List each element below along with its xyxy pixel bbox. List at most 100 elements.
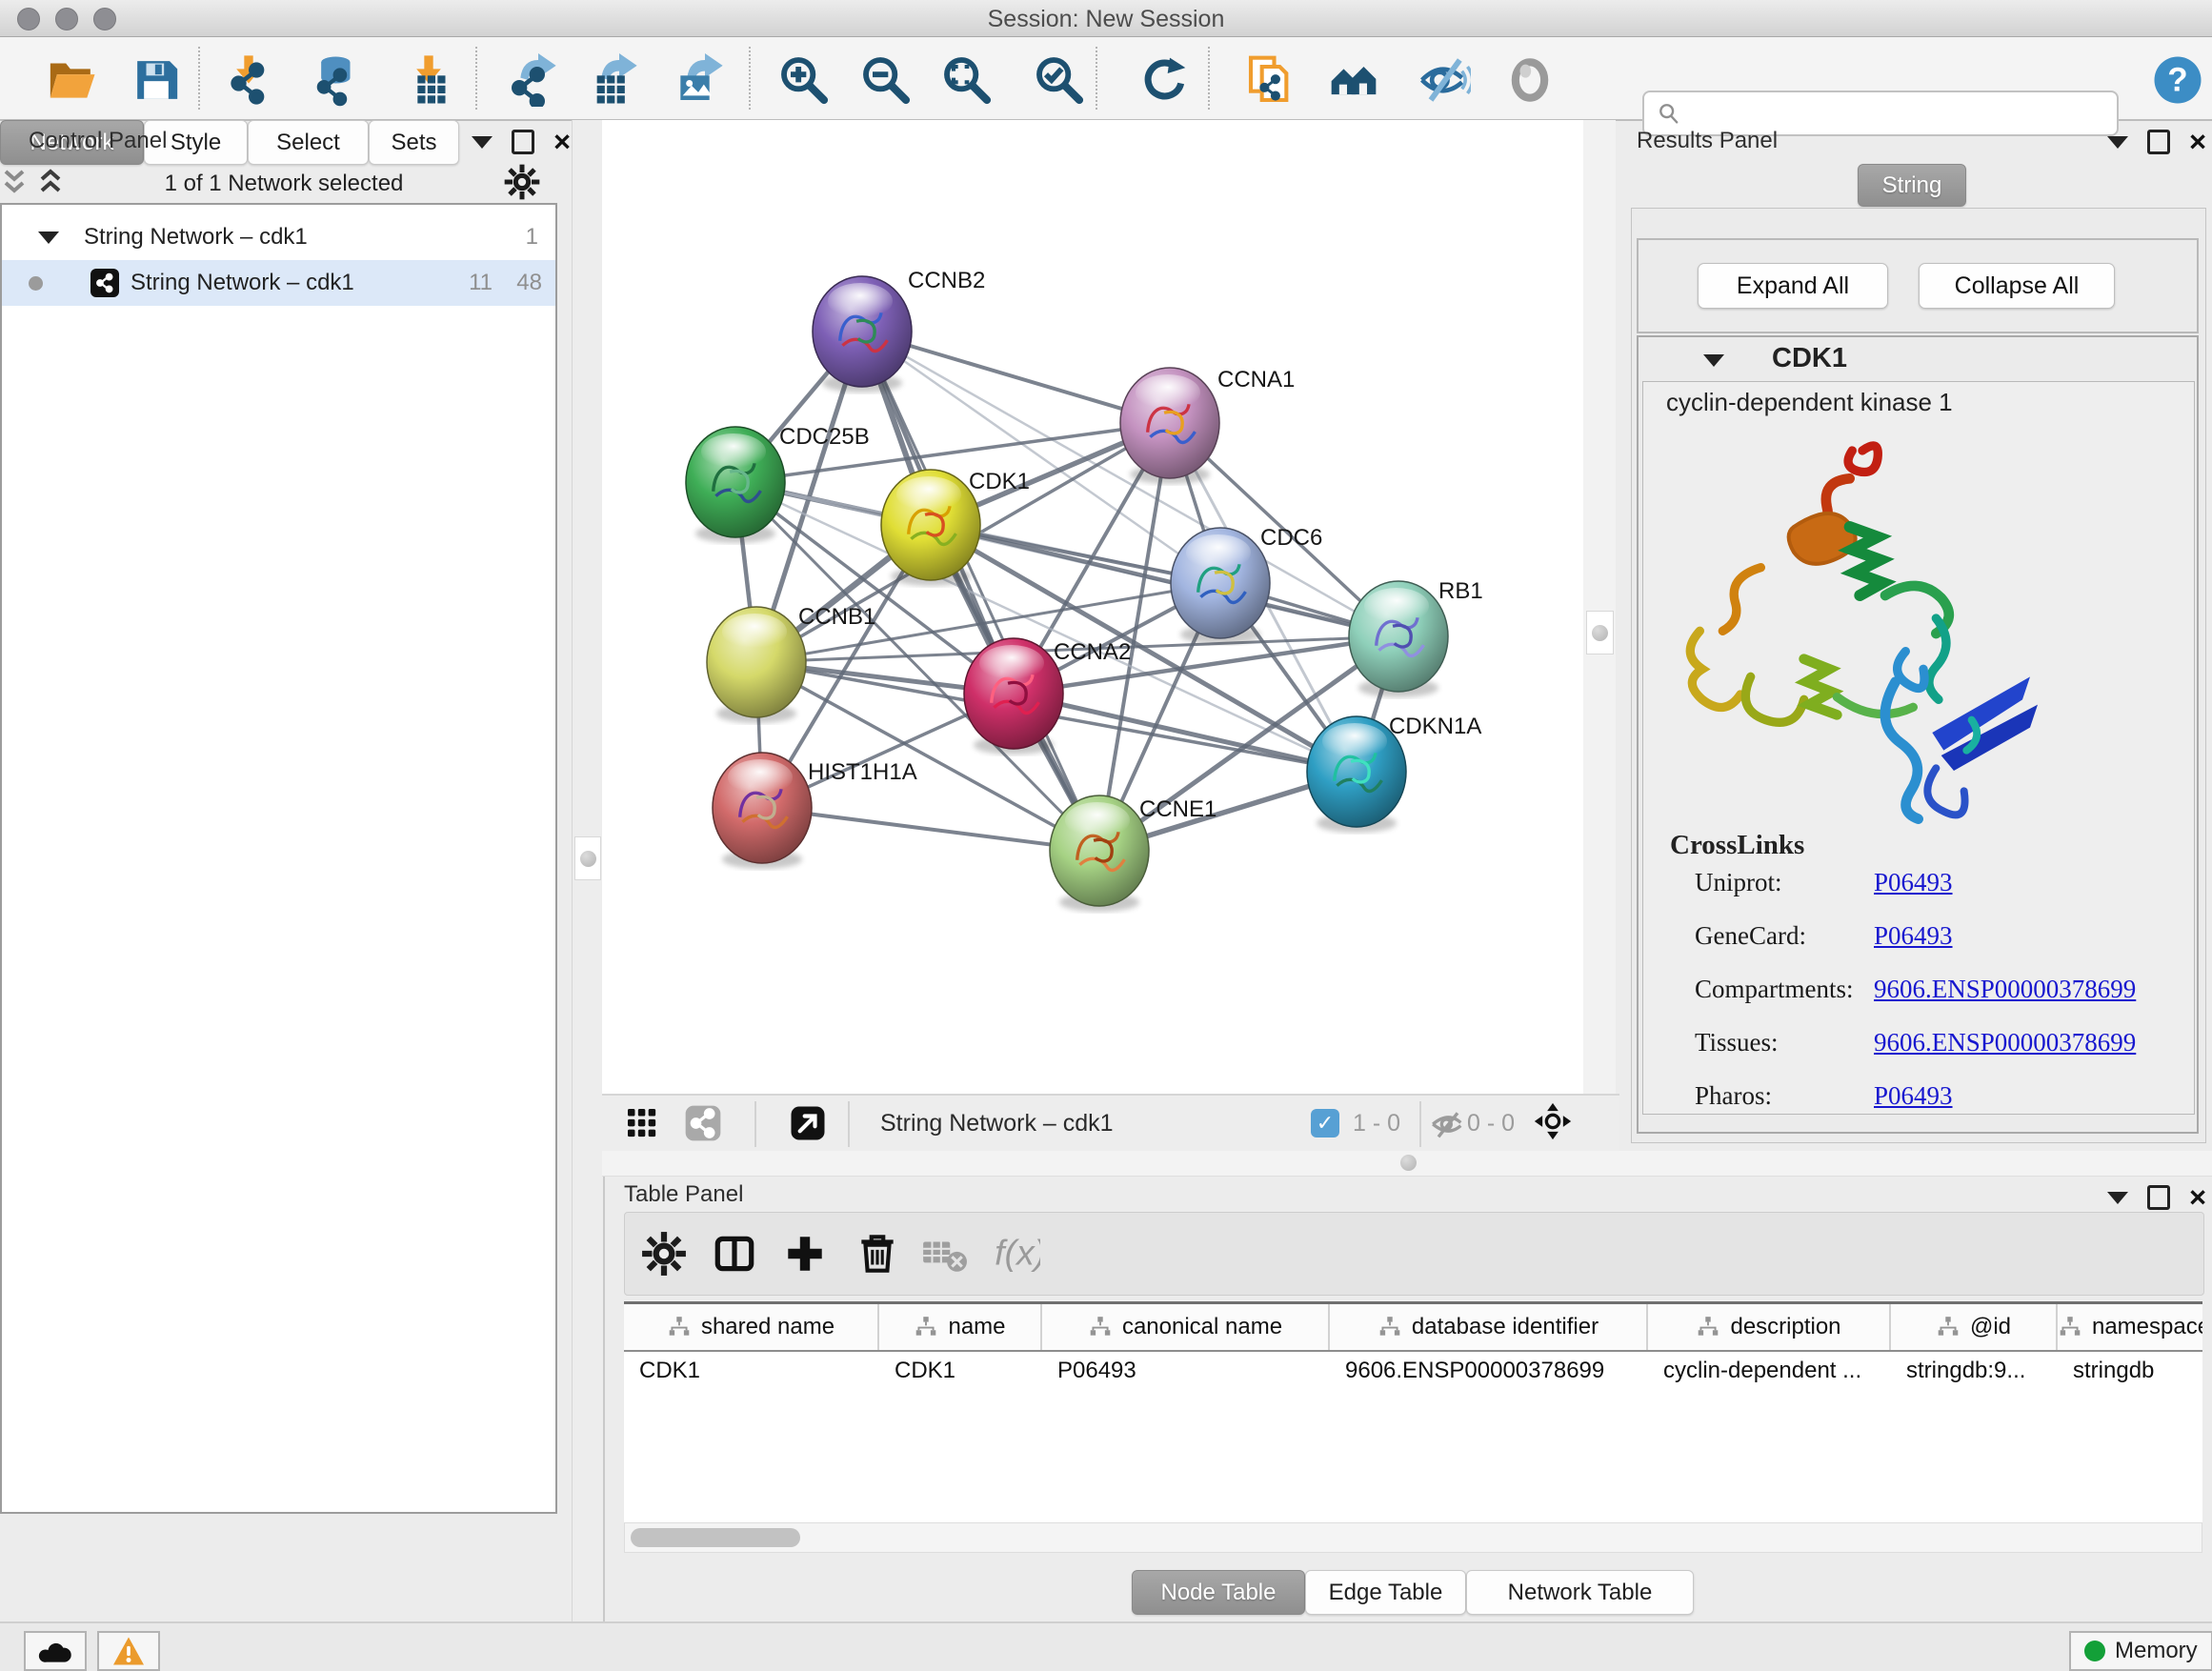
import-table-button[interactable]: [398, 50, 459, 111]
tab-string[interactable]: String: [1858, 164, 1966, 207]
crosslink-value[interactable]: P06493: [1874, 868, 1953, 897]
table-tabs: Node TableEdge TableNetwork Table: [1132, 1570, 1694, 1615]
network-node-CCNB2[interactable]: CCNB2: [813, 268, 985, 393]
export-table-button[interactable]: [582, 50, 643, 111]
column-header-namespace[interactable]: namespace: [2058, 1304, 2202, 1350]
panel-menu-icon[interactable]: [472, 136, 493, 149]
svg-text:f(x): f(x): [995, 1232, 1040, 1272]
tab-node-table[interactable]: Node Table: [1132, 1570, 1305, 1615]
vertical-splitter-left[interactable]: [572, 120, 605, 1621]
tab-network-table[interactable]: Network Table: [1466, 1570, 1694, 1615]
zoom-in-button[interactable]: [774, 50, 835, 111]
close-panel-icon[interactable]: ×: [2189, 132, 2206, 151]
export-network-button[interactable]: [501, 50, 562, 111]
collapse-all-icon[interactable]: [0, 166, 29, 203]
table-horizontal-scrollbar[interactable]: [624, 1522, 2202, 1553]
import-network-database-button[interactable]: [303, 50, 364, 111]
horizontal-splitter[interactable]: [602, 1151, 2212, 1177]
gear-button[interactable]: [636, 1226, 692, 1281]
network-edge-HIST1H1A-CCNE1[interactable]: [762, 808, 1099, 851]
column-header-shared-name[interactable]: shared name: [624, 1304, 879, 1350]
network-vertical-scrollbar[interactable]: [1583, 120, 1616, 1094]
fit-content-icon[interactable]: [1534, 1102, 1572, 1145]
help-button[interactable]: ?: [2147, 50, 2208, 111]
show-all-networks-button[interactable]: [1323, 50, 1384, 111]
gray-eye-button[interactable]: [1499, 50, 1560, 111]
cell-description[interactable]: cyclin-dependent ...: [1648, 1358, 1891, 1384]
collapse-protein-icon[interactable]: [1703, 354, 1724, 367]
open-session-button[interactable]: [41, 50, 102, 111]
network-node-CCNB1[interactable]: CCNB1: [707, 604, 875, 723]
cell-name[interactable]: CDK1: [879, 1358, 1042, 1384]
plus-button[interactable]: [777, 1226, 833, 1281]
network-collection-row[interactable]: String Network – cdk1 1: [2, 214, 555, 260]
share-network-icon[interactable]: [684, 1104, 722, 1147]
network-node-CDC6[interactable]: CDC6: [1171, 525, 1322, 644]
cell-canonical-name[interactable]: P06493: [1042, 1358, 1330, 1384]
column-header-canonical-name[interactable]: canonical name: [1042, 1304, 1330, 1350]
expand-all-button[interactable]: Expand All: [1698, 263, 1888, 309]
export-image-button[interactable]: [668, 50, 729, 111]
network-node-CCNA1[interactable]: CCNA1: [1120, 367, 1295, 484]
crosslink-value[interactable]: P06493: [1874, 921, 1953, 951]
cell-database-identifier[interactable]: 9606.ENSP00000378699: [1330, 1358, 1648, 1384]
column-label: description: [1730, 1314, 1840, 1340]
network-node-CDKN1A[interactable]: CDKN1A: [1307, 714, 1481, 833]
close-panel-icon[interactable]: ×: [553, 132, 571, 151]
cell-shared-name[interactable]: CDK1: [624, 1358, 879, 1384]
cell-@id[interactable]: stringdb:9...: [1891, 1358, 2058, 1384]
column-header-database-identifier[interactable]: database identifier: [1330, 1304, 1648, 1350]
tab-edge-table[interactable]: Edge Table: [1305, 1570, 1466, 1615]
cell-namespace[interactable]: stringdb: [2058, 1358, 2202, 1384]
column-header-@id[interactable]: @id: [1891, 1304, 2058, 1350]
network-row-selected[interactable]: String Network – cdk1 11 48: [2, 260, 555, 306]
panel-menu-icon[interactable]: [2107, 136, 2128, 149]
expand-all-icon[interactable]: [36, 166, 65, 203]
birds-eye-view-icon[interactable]: [623, 1104, 661, 1147]
zoom-fit-button[interactable]: [936, 50, 997, 111]
network-canvas[interactable]: CCNB2 CCNA1 CDC25B CDK1 CDC6: [602, 120, 1583, 1094]
trash-button[interactable]: [850, 1226, 905, 1281]
clone-network-button[interactable]: [1240, 50, 1301, 111]
crosslink-value[interactable]: 9606.ENSP00000378699: [1874, 975, 2136, 1004]
import-network-file-button[interactable]: [218, 50, 279, 111]
tab-select[interactable]: Select: [248, 120, 369, 165]
collapse-all-button[interactable]: Collapse All: [1919, 263, 2115, 309]
panel-menu-icon[interactable]: [2107, 1192, 2128, 1204]
node-label-CCNA2: CCNA2: [1054, 639, 1131, 665]
memory-button[interactable]: Memory: [2069, 1631, 2212, 1671]
float-panel-icon[interactable]: [512, 130, 534, 154]
gear-icon[interactable]: [503, 163, 541, 206]
control-panel-title: Control Panel: [29, 128, 167, 154]
two-columns-button[interactable]: [707, 1226, 762, 1281]
warning-button[interactable]: [97, 1631, 160, 1671]
splitter-handle[interactable]: [1400, 1155, 1417, 1171]
tab-sets[interactable]: Sets: [369, 120, 459, 165]
save-session-button[interactable]: [126, 50, 187, 111]
vscroll-thumb[interactable]: [1586, 611, 1614, 654]
tree-icon: [1088, 1315, 1113, 1339]
crosslink-value[interactable]: 9606.ENSP00000378699: [1874, 1028, 2136, 1057]
protein-name: CDK1: [1772, 343, 1847, 374]
network-node-RB1[interactable]: RB1: [1349, 578, 1483, 697]
crosslink-value[interactable]: P06493: [1874, 1081, 1953, 1111]
control-panel: Control Panel × NetworkStyleSelectSets 1…: [0, 120, 572, 1621]
column-header-description[interactable]: description: [1648, 1304, 1891, 1350]
hscroll-thumb[interactable]: [631, 1528, 800, 1547]
refresh-button[interactable]: [1133, 50, 1194, 111]
splitter-handle[interactable]: [574, 836, 601, 880]
cloud-button[interactable]: [24, 1631, 87, 1671]
network-node-CCNE1[interactable]: CCNE1: [1050, 795, 1217, 912]
open-in-window-icon[interactable]: [789, 1104, 827, 1147]
network-node-HIST1H1A[interactable]: HIST1H1A: [713, 753, 917, 869]
float-panel-icon[interactable]: [2147, 1185, 2170, 1210]
selected-checkbox-icon[interactable]: ✓: [1311, 1109, 1339, 1137]
hide-selected-button[interactable]: [1414, 50, 1475, 111]
column-header-name[interactable]: name: [879, 1304, 1042, 1350]
collection-expand-icon[interactable]: [38, 232, 59, 244]
zoom-selected-button[interactable]: [1029, 50, 1090, 111]
float-panel-icon[interactable]: [2147, 130, 2170, 154]
zoom-out-button[interactable]: [855, 50, 916, 111]
table-row[interactable]: CDK1CDK1P064939606.ENSP00000378699cyclin…: [624, 1352, 2202, 1390]
close-panel-icon[interactable]: ×: [2189, 1188, 2206, 1207]
